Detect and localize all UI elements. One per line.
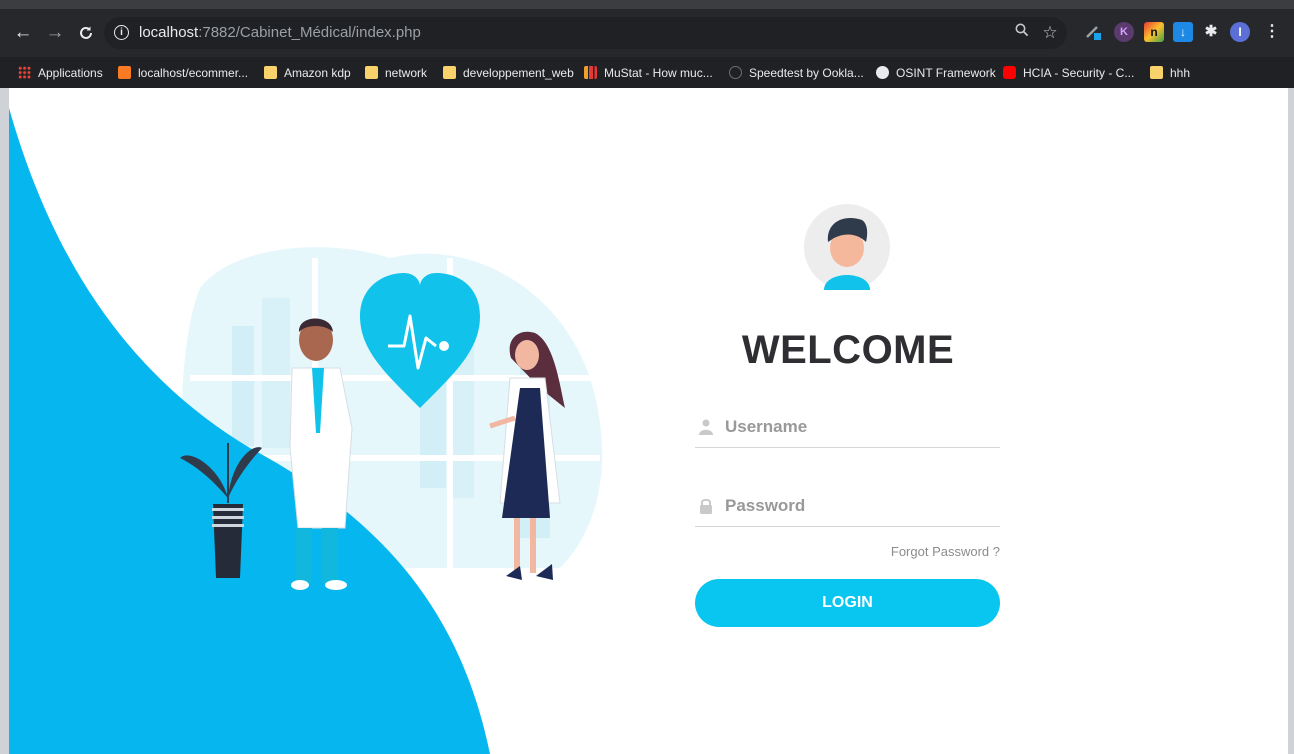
bookmark-localhost[interactable]: localhost/ecommer... [118,57,248,88]
site-info-icon[interactable]: i [114,25,129,40]
n-extension-icon[interactable]: n [1144,22,1164,42]
bookmark-label: MuStat - How muc... [604,65,713,80]
bookmark-hcia-security[interactable]: HCIA - Security - C... [1003,57,1134,88]
bookmark-osint-framework[interactable]: OSINT Framework [876,57,996,88]
bars-icon [584,66,597,79]
star-icon[interactable]: ☆ [1040,23,1060,43]
bookmark-label: Amazon kdp [284,65,351,80]
back-button[interactable]: ← [11,22,35,44]
url-host: localhost [139,24,199,41]
page-viewport: WELCOME Forgot Password ? LOGIN [0,88,1294,754]
bookmark-label: hhh [1170,65,1191,80]
youtube-icon [1003,66,1016,79]
globe-icon [876,66,889,79]
bookmark-mustat[interactable]: MuStat - How muc... [584,57,713,88]
puzzle-icon[interactable]: ✱ [1201,22,1221,42]
profile-icon[interactable]: I [1230,22,1250,42]
page-title: WELCOME [741,328,955,372]
reload-icon [80,26,92,39]
arrow-left-icon: ← [13,22,33,43]
bookmark-hhh[interactable]: hhh [1150,57,1190,88]
window-frame-left [0,88,9,754]
kebab-menu-icon[interactable]: ⋮ [1262,22,1282,42]
zoom-icon[interactable] [1012,23,1032,43]
address-bar[interactable]: i localhost:7882/Cabinet_Médical/index.p… [104,17,1067,49]
download-extension-icon[interactable]: ↓ [1173,22,1193,42]
pen-extension-icon[interactable] [1084,22,1104,42]
password-field[interactable] [695,484,1000,527]
forgot-password-link[interactable]: Forgot Password ? [760,544,1000,559]
folder-icon [443,66,456,79]
bookmark-label: network [385,65,428,80]
forward-button[interactable]: → [43,22,67,44]
user-icon [699,419,713,435]
folder-icon [264,66,277,79]
medical-illustration [9,108,603,754]
bookmark-label: developpement_web [463,65,574,80]
login-button[interactable]: LOGIN [695,579,1000,627]
username-input[interactable] [723,411,997,443]
browser-chrome: ← → i localhost:7882/Cabinet_Médical/ind… [0,0,1294,88]
bookmark-label: HCIA - Security - C... [1023,65,1135,80]
bookmarks-bar: Applications localhost/ecommer... Amazon… [0,57,1294,88]
bookmark-speedtest[interactable]: Speedtest by Ookla... [729,57,864,88]
url-path: :7882/Cabinet_Médical/index.php [198,24,421,41]
url-text: localhost:7882/Cabinet_Médical/index.php [139,24,421,41]
window-frame-right [1288,88,1294,754]
browser-toolbar: ← → i localhost:7882/Cabinet_Médical/ind… [0,9,1294,57]
speedtest-icon [729,66,742,79]
bookmark-label: localhost/ecommer... [138,65,249,80]
user-avatar-icon [804,204,890,290]
lock-icon [700,498,712,514]
folder-icon [1150,66,1163,79]
bookmark-label: OSINT Framework [896,65,996,80]
folder-icon [365,66,378,79]
bookmark-label: Speedtest by Ookla... [749,65,864,80]
reload-button[interactable] [74,22,98,44]
username-field[interactable] [695,405,1000,448]
xampp-icon [118,66,131,79]
bookmark-developpement-web[interactable]: developpement_web [443,57,574,88]
bookmark-applications[interactable]: Applications [18,57,103,88]
tab-strip [0,0,1294,9]
bookmark-network[interactable]: network [365,57,427,88]
apps-grid-icon [18,66,31,79]
password-input[interactable] [723,490,997,522]
arrow-right-icon: → [45,22,65,43]
bookmark-amazon-kdp[interactable]: Amazon kdp [264,57,351,88]
k-extension-icon[interactable]: K [1114,22,1134,42]
bookmark-label: Applications [38,65,103,80]
